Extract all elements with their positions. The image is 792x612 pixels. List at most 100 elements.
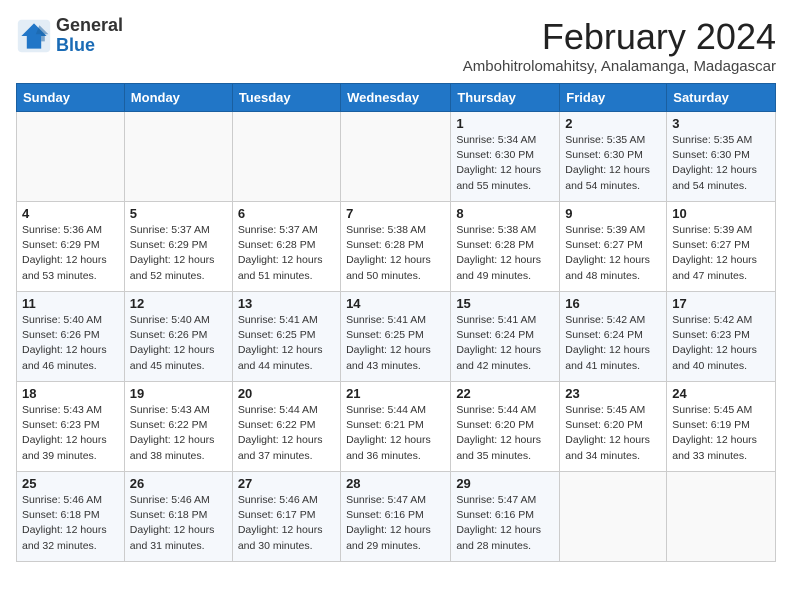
calendar-cell: 21 Sunrise: 5:44 AM Sunset: 6:21 PM Dayli… — [341, 382, 451, 472]
calendar-cell — [17, 112, 125, 202]
calendar-cell: 7 Sunrise: 5:38 AM Sunset: 6:28 PM Daylig… — [341, 202, 451, 292]
calendar-cell: 19 Sunrise: 5:43 AM Sunset: 6:22 PM Dayli… — [124, 382, 232, 472]
calendar-cell: 2 Sunrise: 5:35 AM Sunset: 6:30 PM Daylig… — [560, 112, 667, 202]
day-number: 15 — [456, 296, 554, 311]
day-info: Sunrise: 5:44 AM Sunset: 6:21 PM Dayligh… — [346, 403, 445, 464]
day-info: Sunrise: 5:38 AM Sunset: 6:28 PM Dayligh… — [346, 223, 445, 284]
day-info: Sunrise: 5:45 AM Sunset: 6:20 PM Dayligh… — [565, 403, 661, 464]
calendar-cell: 22 Sunrise: 5:44 AM Sunset: 6:20 PM Dayli… — [451, 382, 560, 472]
day-info: Sunrise: 5:41 AM Sunset: 6:25 PM Dayligh… — [346, 313, 445, 374]
title-block: February 2024 Ambohitrolomahitsy, Analam… — [463, 16, 776, 75]
day-number: 27 — [238, 476, 335, 491]
day-info: Sunrise: 5:45 AM Sunset: 6:19 PM Dayligh… — [672, 403, 770, 464]
day-number: 20 — [238, 386, 335, 401]
day-info: Sunrise: 5:35 AM Sunset: 6:30 PM Dayligh… — [672, 133, 770, 194]
day-number: 18 — [22, 386, 119, 401]
calendar-cell: 6 Sunrise: 5:37 AM Sunset: 6:28 PM Daylig… — [232, 202, 340, 292]
calendar-cell: 8 Sunrise: 5:38 AM Sunset: 6:28 PM Daylig… — [451, 202, 560, 292]
calendar-cell: 12 Sunrise: 5:40 AM Sunset: 6:26 PM Dayli… — [124, 292, 232, 382]
day-number: 12 — [130, 296, 227, 311]
day-number: 11 — [22, 296, 119, 311]
calendar-cell: 18 Sunrise: 5:43 AM Sunset: 6:23 PM Dayli… — [17, 382, 125, 472]
day-number: 1 — [456, 116, 554, 131]
day-info: Sunrise: 5:47 AM Sunset: 6:16 PM Dayligh… — [456, 493, 554, 554]
calendar-cell — [124, 112, 232, 202]
day-info: Sunrise: 5:41 AM Sunset: 6:24 PM Dayligh… — [456, 313, 554, 374]
calendar-title: February 2024 — [463, 16, 776, 58]
day-number: 19 — [130, 386, 227, 401]
calendar-cell — [560, 472, 667, 562]
day-info: Sunrise: 5:40 AM Sunset: 6:26 PM Dayligh… — [22, 313, 119, 374]
calendar-cell — [667, 472, 776, 562]
logo-blue-text: Blue — [56, 36, 123, 56]
calendar-cell: 14 Sunrise: 5:41 AM Sunset: 6:25 PM Dayli… — [341, 292, 451, 382]
weekday-header-monday: Monday — [124, 84, 232, 112]
calendar-cell: 10 Sunrise: 5:39 AM Sunset: 6:27 PM Dayli… — [667, 202, 776, 292]
day-number: 17 — [672, 296, 770, 311]
calendar-cell: 9 Sunrise: 5:39 AM Sunset: 6:27 PM Daylig… — [560, 202, 667, 292]
day-info: Sunrise: 5:41 AM Sunset: 6:25 PM Dayligh… — [238, 313, 335, 374]
calendar-cell — [341, 112, 451, 202]
calendar-cell: 17 Sunrise: 5:42 AM Sunset: 6:23 PM Dayli… — [667, 292, 776, 382]
calendar-cell: 20 Sunrise: 5:44 AM Sunset: 6:22 PM Dayli… — [232, 382, 340, 472]
calendar-cell: 29 Sunrise: 5:47 AM Sunset: 6:16 PM Dayli… — [451, 472, 560, 562]
day-number: 14 — [346, 296, 445, 311]
weekday-header-saturday: Saturday — [667, 84, 776, 112]
calendar-cell: 24 Sunrise: 5:45 AM Sunset: 6:19 PM Dayli… — [667, 382, 776, 472]
day-info: Sunrise: 5:43 AM Sunset: 6:23 PM Dayligh… — [22, 403, 119, 464]
calendar-cell: 3 Sunrise: 5:35 AM Sunset: 6:30 PM Daylig… — [667, 112, 776, 202]
day-info: Sunrise: 5:37 AM Sunset: 6:29 PM Dayligh… — [130, 223, 227, 284]
day-info: Sunrise: 5:44 AM Sunset: 6:22 PM Dayligh… — [238, 403, 335, 464]
day-number: 13 — [238, 296, 335, 311]
day-info: Sunrise: 5:39 AM Sunset: 6:27 PM Dayligh… — [672, 223, 770, 284]
weekday-header-thursday: Thursday — [451, 84, 560, 112]
calendar-cell: 27Sunrise: 5:46 AM Sunset: 6:17 PM Dayli… — [232, 472, 340, 562]
day-number: 22 — [456, 386, 554, 401]
day-number: 21 — [346, 386, 445, 401]
logo-icon — [16, 18, 52, 54]
calendar-cell: 28Sunrise: 5:47 AM Sunset: 6:16 PM Dayli… — [341, 472, 451, 562]
logo: General Blue — [16, 16, 123, 56]
weekday-header-sunday: Sunday — [17, 84, 125, 112]
day-info: Sunrise: 5:44 AM Sunset: 6:20 PM Dayligh… — [456, 403, 554, 464]
day-info: Sunrise: 5:35 AM Sunset: 6:30 PM Dayligh… — [565, 133, 661, 194]
day-number: 16 — [565, 296, 661, 311]
day-number: 10 — [672, 206, 770, 221]
calendar-cell: 15 Sunrise: 5:41 AM Sunset: 6:24 PM Dayli… — [451, 292, 560, 382]
day-number: 8 — [456, 206, 554, 221]
calendar-cell: 1 Sunrise: 5:34 AM Sunset: 6:30 PM Daylig… — [451, 112, 560, 202]
day-number: 28 — [346, 476, 445, 491]
calendar-cell: 5Sunrise: 5:37 AM Sunset: 6:29 PM Daylig… — [124, 202, 232, 292]
day-info: Sunrise: 5:37 AM Sunset: 6:28 PM Dayligh… — [238, 223, 335, 284]
day-number: 29 — [456, 476, 554, 491]
day-number: 6 — [238, 206, 335, 221]
logo-general-text: General — [56, 16, 123, 36]
day-info: Sunrise: 5:38 AM Sunset: 6:28 PM Dayligh… — [456, 223, 554, 284]
day-info: Sunrise: 5:36 AM Sunset: 6:29 PM Dayligh… — [22, 223, 119, 284]
calendar-cell: 23 Sunrise: 5:45 AM Sunset: 6:20 PM Dayli… — [560, 382, 667, 472]
day-number: 23 — [565, 386, 661, 401]
day-info: Sunrise: 5:42 AM Sunset: 6:23 PM Dayligh… — [672, 313, 770, 374]
calendar-cell: 16 Sunrise: 5:42 AM Sunset: 6:24 PM Dayli… — [560, 292, 667, 382]
day-info: Sunrise: 5:43 AM Sunset: 6:22 PM Dayligh… — [130, 403, 227, 464]
calendar-cell: 4 Sunrise: 5:36 AM Sunset: 6:29 PM Daylig… — [17, 202, 125, 292]
day-info: Sunrise: 5:40 AM Sunset: 6:26 PM Dayligh… — [130, 313, 227, 374]
day-number: 9 — [565, 206, 661, 221]
day-number: 2 — [565, 116, 661, 131]
calendar-table: SundayMondayTuesdayWednesdayThursdayFrid… — [16, 83, 776, 562]
day-info: Sunrise: 5:34 AM Sunset: 6:30 PM Dayligh… — [456, 133, 554, 194]
weekday-header-tuesday: Tuesday — [232, 84, 340, 112]
day-number: 24 — [672, 386, 770, 401]
day-number: 7 — [346, 206, 445, 221]
calendar-cell: 11 Sunrise: 5:40 AM Sunset: 6:26 PM Dayli… — [17, 292, 125, 382]
day-info: Sunrise: 5:46 AM Sunset: 6:18 PM Dayligh… — [22, 493, 119, 554]
day-number: 4 — [22, 206, 119, 221]
calendar-cell — [232, 112, 340, 202]
day-number: 25 — [22, 476, 119, 491]
day-info: Sunrise: 5:39 AM Sunset: 6:27 PM Dayligh… — [565, 223, 661, 284]
calendar-cell: 25 Sunrise: 5:46 AM Sunset: 6:18 PM Dayli… — [17, 472, 125, 562]
day-number: 3 — [672, 116, 770, 131]
day-info: Sunrise: 5:46 AM Sunset: 6:18 PM Dayligh… — [130, 493, 227, 554]
weekday-header-wednesday: Wednesday — [341, 84, 451, 112]
day-info: Sunrise: 5:42 AM Sunset: 6:24 PM Dayligh… — [565, 313, 661, 374]
